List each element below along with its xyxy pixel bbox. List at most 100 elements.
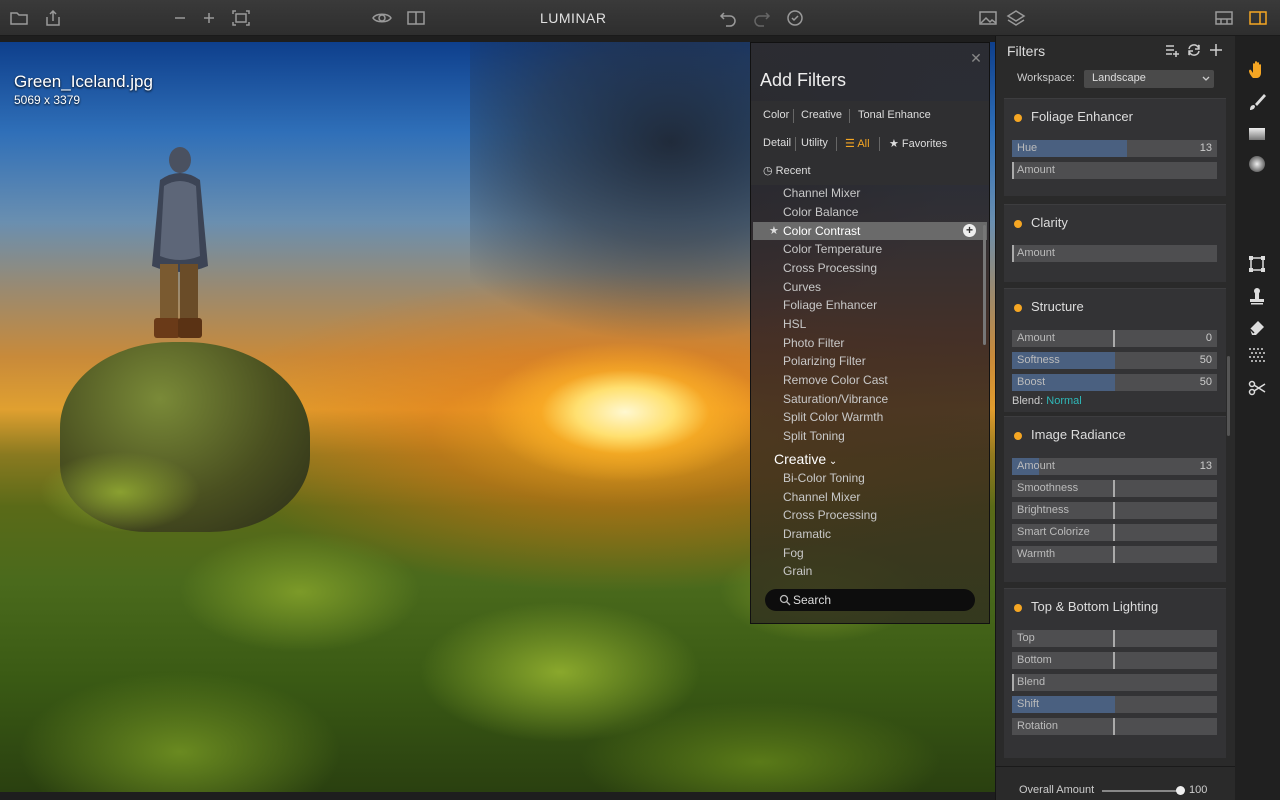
layers-icon[interactable]	[1005, 8, 1027, 28]
warmth-slider[interactable]: Warmth	[1012, 546, 1217, 563]
eraser-icon[interactable]	[1247, 316, 1267, 336]
blend-mode[interactable]: Blend: Normal	[1012, 395, 1082, 407]
clone-stamp-icon[interactable]	[1247, 286, 1267, 306]
list-item[interactable]: Split Color Warmth	[783, 410, 883, 424]
tab-all[interactable]: ☰ All	[845, 137, 870, 150]
compare-split-icon[interactable]	[405, 8, 427, 28]
redo-icon[interactable]	[751, 8, 773, 28]
smart-colorize-slider[interactable]: Smart Colorize	[1012, 524, 1217, 541]
amount-slider[interactable]: Amount 13	[1012, 458, 1217, 475]
list-item[interactable]: Grain	[783, 564, 812, 577]
tab-creative[interactable]: Creative	[801, 109, 842, 121]
list-item[interactable]: Photo Filter	[783, 336, 844, 350]
list-item[interactable]: Dramatic	[783, 527, 831, 541]
list-item[interactable]: Color Temperature	[783, 242, 882, 256]
tab-recent[interactable]: ◷ Recent	[763, 164, 811, 177]
workspace-select[interactable]: Landscape	[1084, 70, 1214, 88]
workspace-label: Workspace:	[1017, 72, 1075, 84]
favorite-star-icon[interactable]: ★	[769, 224, 779, 237]
list-item[interactable]: Cross Processing	[783, 261, 877, 275]
list-scrollbar[interactable]	[983, 225, 986, 345]
filters-list[interactable]: Foliage Enhancer Hue 13 Amount Clarity Am…	[996, 96, 1228, 766]
slider-marker	[1113, 480, 1115, 497]
boost-slider[interactable]: Boost 50	[1012, 374, 1217, 391]
hue-slider[interactable]: Hue 13	[1012, 140, 1217, 157]
share-icon[interactable]	[42, 8, 64, 28]
list-item[interactable]: Fog	[783, 546, 804, 560]
list-item[interactable]: Bi-Color Toning	[783, 471, 865, 485]
radial-mask-icon[interactable]	[1247, 154, 1267, 174]
history-icon[interactable]	[784, 8, 806, 28]
gradient-mask-icon[interactable]	[1247, 124, 1267, 144]
filter-card-title[interactable]: Image Radiance	[1031, 427, 1126, 442]
blend-slider[interactable]: Blend	[1012, 674, 1217, 691]
list-item[interactable]: Polarizing Filter	[783, 354, 866, 368]
filter-enabled-dot[interactable]	[1014, 304, 1022, 312]
filter-list[interactable]: ★ + Channel Mixer Color Balance Color Co…	[751, 185, 989, 577]
brush-icon[interactable]	[1247, 92, 1267, 112]
close-icon[interactable]: ✕	[969, 51, 983, 65]
slider-value: 50	[1199, 354, 1212, 366]
image-library-icon[interactable]	[977, 8, 999, 28]
reset-sync-icon[interactable]	[1186, 42, 1202, 58]
list-item[interactable]: Split Toning	[783, 429, 845, 443]
tab-divider	[836, 137, 837, 151]
add-icon[interactable]	[1208, 42, 1224, 58]
list-item[interactable]: Foliage Enhancer	[783, 298, 877, 312]
filter-card-image-radiance: Image Radiance Amount 13 Smoothness Brigh…	[1004, 416, 1226, 582]
list-item[interactable]: Curves	[783, 280, 821, 294]
list-item-selected[interactable]: Color Contrast	[783, 224, 860, 238]
undo-icon[interactable]	[717, 8, 739, 28]
rotation-slider[interactable]: Rotation	[1012, 718, 1217, 735]
add-filter-plus-icon[interactable]: +	[963, 224, 976, 237]
tab-color[interactable]: Color	[763, 109, 789, 121]
filter-enabled-dot[interactable]	[1014, 114, 1022, 122]
tab-utility[interactable]: Utility	[801, 137, 828, 149]
overall-amount-slider[interactable]	[1102, 790, 1180, 792]
smoothness-slider[interactable]: Smoothness	[1012, 480, 1217, 497]
filter-enabled-dot[interactable]	[1014, 604, 1022, 612]
search-box	[765, 589, 975, 611]
brightness-slider[interactable]: Brightness	[1012, 502, 1217, 519]
list-item[interactable]: HSL	[783, 317, 806, 331]
top-slider[interactable]: Top	[1012, 630, 1217, 647]
tab-tonal-enhance[interactable]: Tonal Enhance	[858, 109, 931, 121]
add-filter-list-icon[interactable]	[1164, 42, 1180, 58]
filmstrip-icon[interactable]	[1213, 8, 1235, 28]
bottom-slider[interactable]: Bottom	[1012, 652, 1217, 669]
amount-slider[interactable]: Amount 0	[1012, 330, 1217, 347]
filter-card-title[interactable]: Structure	[1031, 299, 1084, 314]
filter-card-title[interactable]: Top & Bottom Lighting	[1031, 599, 1158, 614]
amount-slider[interactable]: Amount	[1012, 245, 1217, 262]
scissors-icon[interactable]	[1247, 378, 1267, 398]
noise-texture-icon[interactable]	[1247, 346, 1267, 366]
filter-card-title[interactable]: Clarity	[1031, 215, 1068, 230]
overall-amount-knob[interactable]	[1176, 786, 1185, 795]
filter-enabled-dot[interactable]	[1014, 432, 1022, 440]
folder-icon[interactable]	[8, 8, 30, 28]
group-creative-header[interactable]: Creative ⌄	[774, 451, 837, 467]
search-input[interactable]	[793, 591, 963, 609]
filter-card-title[interactable]: Foliage Enhancer	[1031, 109, 1133, 124]
softness-slider[interactable]: Softness 50	[1012, 352, 1217, 369]
fit-screen-icon[interactable]	[230, 8, 252, 28]
panel-scrollbar[interactable]	[1227, 356, 1230, 436]
amount-slider[interactable]: Amount	[1012, 162, 1217, 179]
crop-icon[interactable]	[1247, 254, 1267, 274]
zoom-in-icon[interactable]	[198, 8, 220, 28]
tab-detail[interactable]: Detail	[763, 137, 791, 149]
list-item[interactable]: Color Balance	[783, 205, 858, 219]
tab-favorites[interactable]: ★ Favorites	[889, 137, 947, 150]
shift-slider[interactable]: Shift	[1012, 696, 1217, 713]
list-item[interactable]: Channel Mixer	[783, 186, 860, 200]
list-item[interactable]: Cross Processing	[783, 508, 877, 522]
list-item[interactable]: Remove Color Cast	[783, 373, 888, 387]
list-item[interactable]: Saturation/Vibrance	[783, 392, 888, 406]
zoom-out-icon[interactable]	[169, 8, 191, 28]
overall-amount-bar: Overall Amount 100	[996, 766, 1236, 800]
preview-eye-icon[interactable]	[369, 8, 395, 28]
hand-tool-icon[interactable]	[1247, 60, 1267, 80]
list-item[interactable]: Channel Mixer	[783, 490, 860, 504]
filter-enabled-dot[interactable]	[1014, 220, 1022, 228]
panel-toggle-icon[interactable]	[1247, 8, 1269, 28]
